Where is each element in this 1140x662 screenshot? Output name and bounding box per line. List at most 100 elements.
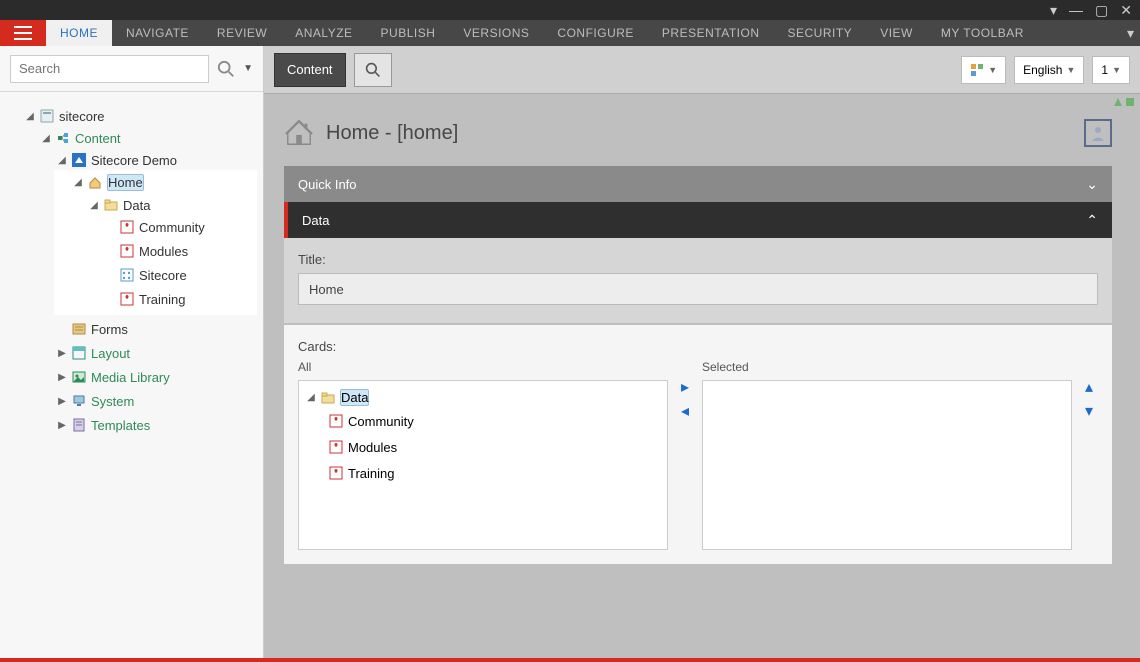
tree-node-layout[interactable]: ▶ Layout	[54, 343, 257, 363]
field-label-title: Title:	[298, 252, 1098, 267]
chevron-down-icon: ▼	[1066, 65, 1075, 75]
expander-icon[interactable]: ◢	[89, 200, 99, 211]
tree-node-sitecore[interactable]: ◢ sitecore	[22, 106, 257, 126]
tree-node-forms[interactable]: ▶ Forms	[54, 319, 257, 339]
tree-node-modules[interactable]: ▶Modules	[102, 241, 257, 261]
selected-listbox[interactable]	[702, 380, 1072, 550]
ribbon-tab-navigate[interactable]: NAVIGATE	[112, 20, 203, 46]
ribbon-tab-home[interactable]: HOME	[46, 20, 112, 46]
ribbon-bar: HOMENAVIGATEREVIEWANALYZEPUBLISHVERSIONS…	[0, 20, 1140, 46]
tree-label: Community	[139, 220, 205, 235]
section-label: Quick Info	[298, 177, 357, 192]
left-panel: ▼ ◢ sitecore ◢	[0, 46, 264, 658]
expander-icon[interactable]: ◢	[306, 392, 316, 403]
tree-label: Content	[75, 131, 121, 146]
appearance-dropdown[interactable]: ▼	[961, 56, 1006, 84]
tree-label: sitecore	[59, 109, 105, 124]
tree-label: Sitecore	[139, 268, 187, 283]
list-item-data[interactable]: ◢ Data	[303, 387, 663, 408]
expander-icon[interactable]: ▶	[57, 372, 67, 383]
maximize-icon[interactable]: ▢	[1095, 2, 1108, 19]
ribbon-tab-security[interactable]: SECURITY	[774, 20, 867, 46]
move-right-button[interactable]: ▸	[676, 380, 694, 398]
content-area: Home - [home] Quick Info ⌄ Data ⌃ Title:	[264, 94, 1140, 658]
section-label: Data	[302, 213, 329, 228]
media-icon	[71, 369, 87, 385]
tree-label: Media Library	[91, 370, 170, 385]
list-item-community[interactable]: Community	[325, 411, 663, 431]
ribbon-tab-configure[interactable]: CONFIGURE	[543, 20, 648, 46]
indicator-triangle-icon	[1114, 98, 1122, 106]
card-icon	[328, 439, 344, 455]
minimize-icon[interactable]: —	[1069, 2, 1083, 18]
expander-icon[interactable]: ◢	[41, 133, 51, 144]
search-tab-button[interactable]	[354, 53, 392, 87]
content-tree: ◢ sitecore ◢	[0, 92, 263, 453]
validation-indicators	[1114, 98, 1134, 106]
ribbon-tab-analyze[interactable]: ANALYZE	[281, 20, 366, 46]
palette-icon	[970, 63, 984, 77]
tree-node-templates[interactable]: ▶ Templates	[54, 415, 257, 435]
ribbon-more-icon[interactable]: ▾	[1127, 25, 1134, 42]
expander-icon[interactable]: ▶	[57, 420, 67, 431]
search-icon	[365, 62, 381, 78]
version-dropdown[interactable]: 1 ▼	[1092, 56, 1130, 84]
forms-icon	[71, 321, 87, 337]
expander-icon[interactable]: ▶	[57, 348, 67, 359]
caret-down-icon[interactable]: ▾	[1050, 2, 1057, 19]
content-tab-button[interactable]: Content	[274, 53, 346, 87]
tree-label: Home	[107, 174, 144, 191]
section-data[interactable]: Data ⌃	[284, 202, 1112, 238]
tree-node-community[interactable]: ▶Community	[102, 217, 257, 237]
search-input[interactable]	[10, 55, 209, 83]
order-buttons: ▴ ▾	[1080, 360, 1098, 422]
cards-all-column: All ◢ Data	[298, 360, 668, 550]
move-up-button[interactable]: ▴	[1080, 380, 1098, 398]
move-left-button[interactable]: ◂	[676, 404, 694, 422]
hamburger-button[interactable]	[0, 20, 46, 46]
language-dropdown[interactable]: English ▼	[1014, 56, 1084, 84]
search-options-button[interactable]: ▼	[243, 63, 253, 74]
expander-icon[interactable]: ◢	[57, 155, 67, 166]
tree-node-media[interactable]: ▶ Media Library	[54, 367, 257, 387]
tree-node-demo[interactable]: ◢ Sitecore Demo	[54, 150, 257, 170]
ribbon-tab-versions[interactable]: VERSIONS	[449, 20, 543, 46]
ribbon-tab-view[interactable]: VIEW	[866, 20, 927, 46]
expander-icon[interactable]: ◢	[25, 111, 35, 122]
field-label-cards: Cards:	[298, 339, 1098, 354]
ribbon-tab-presentation[interactable]: PRESENTATION	[648, 20, 774, 46]
tree-node-training[interactable]: ▶Training	[102, 289, 257, 309]
title-input[interactable]	[298, 273, 1098, 305]
content-tab-label: Content	[287, 62, 333, 77]
tree-node-sitecore[interactable]: ▶Sitecore	[102, 265, 257, 285]
expander-icon[interactable]: ▶	[57, 396, 67, 407]
search-icon[interactable]	[217, 60, 235, 78]
tree-label: Data	[123, 198, 150, 213]
all-listbox[interactable]: ◢ Data Community Modules Training	[298, 380, 668, 550]
move-buttons: ▸ ◂	[676, 360, 694, 422]
page-header: Home - [home]	[284, 108, 1112, 166]
tree-node-home[interactable]: ◢ Home	[70, 172, 257, 193]
tree-label: Sitecore Demo	[91, 153, 177, 168]
tree-node-content[interactable]: ◢ Content	[38, 128, 257, 148]
tree-node-data[interactable]: ◢ Data	[86, 195, 257, 215]
layout-icon	[71, 345, 87, 361]
expander-icon[interactable]: ◢	[73, 177, 83, 188]
card-icon	[119, 267, 135, 283]
owner-avatar[interactable]	[1084, 119, 1112, 147]
page-title: Home - [home]	[326, 122, 458, 145]
tree-label: System	[91, 394, 134, 409]
section-quick-info[interactable]: Quick Info ⌄	[284, 166, 1112, 202]
list-item-modules[interactable]: Modules	[325, 437, 663, 457]
move-down-button[interactable]: ▾	[1080, 404, 1098, 422]
ribbon-tab-review[interactable]: REVIEW	[203, 20, 281, 46]
list-item-training[interactable]: Training	[325, 463, 663, 483]
list-label: Modules	[348, 440, 397, 455]
tree-node-system[interactable]: ▶ System	[54, 391, 257, 411]
tree-label: Training	[139, 292, 185, 307]
right-toolbar: Content ▼ English ▼ 1 ▼	[264, 46, 1140, 94]
close-icon[interactable]: ✕	[1120, 2, 1132, 19]
ribbon-tab-publish[interactable]: PUBLISH	[367, 20, 450, 46]
ribbon-tab-my-toolbar[interactable]: MY TOOLBAR	[927, 20, 1038, 46]
home-icon	[284, 118, 314, 148]
